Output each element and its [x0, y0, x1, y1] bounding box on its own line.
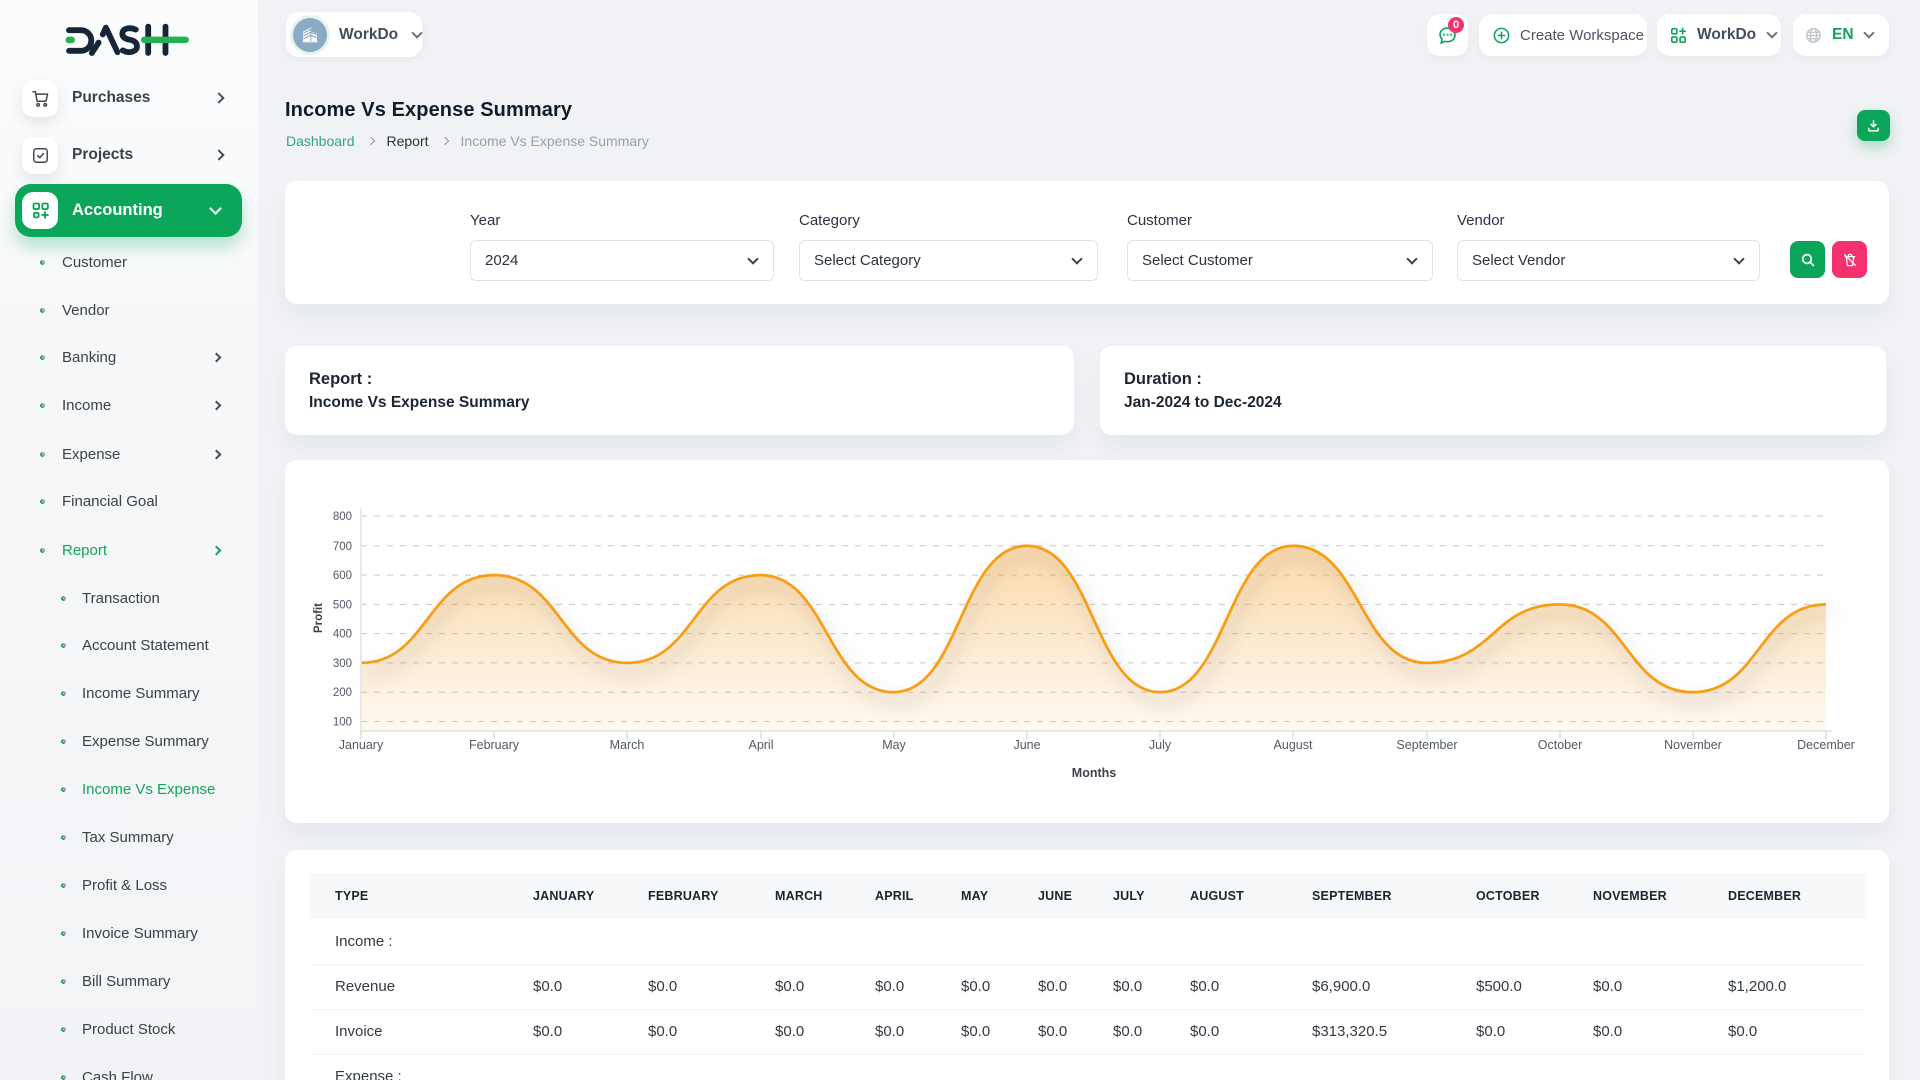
svg-text:400: 400 — [333, 629, 352, 641]
svg-text:September: September — [1396, 738, 1457, 752]
svg-text:300: 300 — [333, 658, 352, 670]
svg-text:600: 600 — [333, 570, 352, 582]
svg-text:June: June — [1013, 738, 1040, 752]
svg-text:July: July — [1149, 738, 1172, 752]
svg-text:February: February — [469, 738, 520, 752]
svg-text:200: 200 — [333, 687, 352, 699]
svg-text:Profit: Profit — [313, 603, 325, 633]
svg-text:August: August — [1274, 738, 1313, 752]
svg-text:700: 700 — [333, 541, 352, 553]
svg-text:100: 100 — [333, 717, 352, 729]
svg-text:March: March — [610, 738, 645, 752]
svg-text:500: 500 — [333, 599, 352, 611]
svg-text:May: May — [882, 738, 906, 752]
svg-text:January: January — [339, 738, 384, 752]
svg-text:November: November — [1664, 738, 1722, 752]
svg-text:April: April — [748, 738, 773, 752]
svg-text:December: December — [1797, 738, 1855, 752]
svg-text:October: October — [1538, 738, 1582, 752]
svg-text:Months: Months — [1072, 766, 1116, 780]
svg-text:800: 800 — [333, 511, 352, 523]
